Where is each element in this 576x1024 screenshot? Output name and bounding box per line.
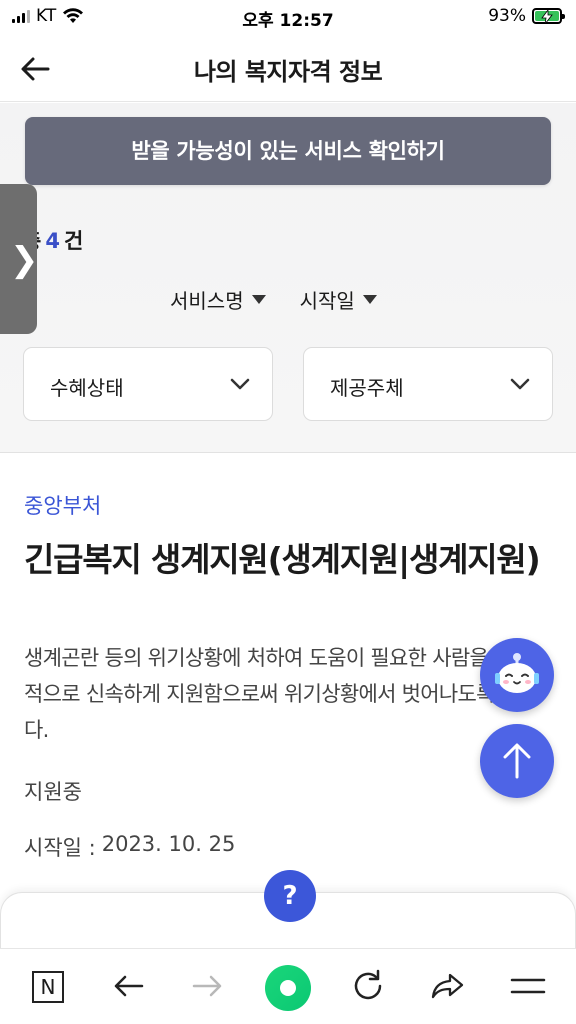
help-button[interactable]: ? [264,870,316,922]
check-services-button[interactable]: 받을 가능성이 있는 서비스 확인하기 [25,117,551,185]
battery-percent: 93% [488,6,526,26]
select-label: 수혜상태 [50,376,124,400]
chatbot-button[interactable] [480,638,554,712]
chatbot-robot-icon [495,653,539,693]
provider-select[interactable]: 제공주체 [303,347,553,421]
start-date-label: 시작일 : [24,836,96,860]
caret-down-icon [362,295,377,304]
naver-home-button[interactable]: N [32,971,64,1003]
sort-by-start-date[interactable]: 시작일 [300,285,377,314]
sort-options: 서비스명 시작일 [170,285,377,314]
service-title: 긴급복지 생계지원(생계지원|생계지원) [24,540,541,579]
app-header: 나의 복지자격 정보 [0,34,576,102]
hamburger-menu-icon [510,978,546,994]
naver-green-dot-button[interactable] [265,965,311,1011]
benefit-status: 지원중 [24,780,82,804]
page-title: 나의 복지자격 정보 [193,58,383,86]
total-suffix: 건 [63,229,84,253]
status-right: 93% [488,6,565,26]
share-button[interactable] [428,966,468,1006]
sort-by-service-name[interactable]: 서비스명 [170,285,266,314]
battery-icon [532,8,565,24]
start-date-row: 시작일 : 2023. 10. 25 [24,832,235,862]
service-description: 생계곤란 등의 위기상황에 처하여 도움이 필요한 사람을 일시적으로 신속하게… [24,646,539,742]
charging-bolt-icon [541,10,553,24]
chevron-right-icon: ❯ [10,240,39,280]
scroll-to-top-button[interactable] [480,724,554,798]
arrow-right-icon [192,975,222,997]
menu-button[interactable] [508,966,548,1006]
caret-down-icon [251,295,266,304]
browser-toolbar: N [0,948,576,1024]
reload-icon [354,969,382,1000]
browser-forward-button[interactable] [188,966,228,1006]
status-bar: KT 오후 12:57 93% [0,0,576,34]
sort-label: 시작일 [299,289,355,313]
total-count-number: 4 [45,229,60,253]
filter-area: 받을 가능성이 있는 서비스 확인하기 총4건 서비스명 시작일 수혜상태 제공… [0,103,576,453]
sort-label: 서비스명 [170,289,244,313]
chevron-down-icon [510,378,530,390]
select-label: 제공주체 [330,376,404,400]
arrow-up-icon [503,743,531,779]
arrow-left-icon [114,975,144,997]
chevron-down-icon [230,378,250,390]
benefit-status-select[interactable]: 수혜상태 [23,347,273,421]
service-category: 중앙부처 [24,494,102,518]
browser-back-button[interactable] [108,966,148,1006]
side-drawer-tab[interactable]: ❯ [0,184,39,334]
share-arrow-icon [431,973,464,999]
start-date-value: 2023. 10. 25 [101,832,236,856]
reload-button[interactable] [348,966,388,1006]
